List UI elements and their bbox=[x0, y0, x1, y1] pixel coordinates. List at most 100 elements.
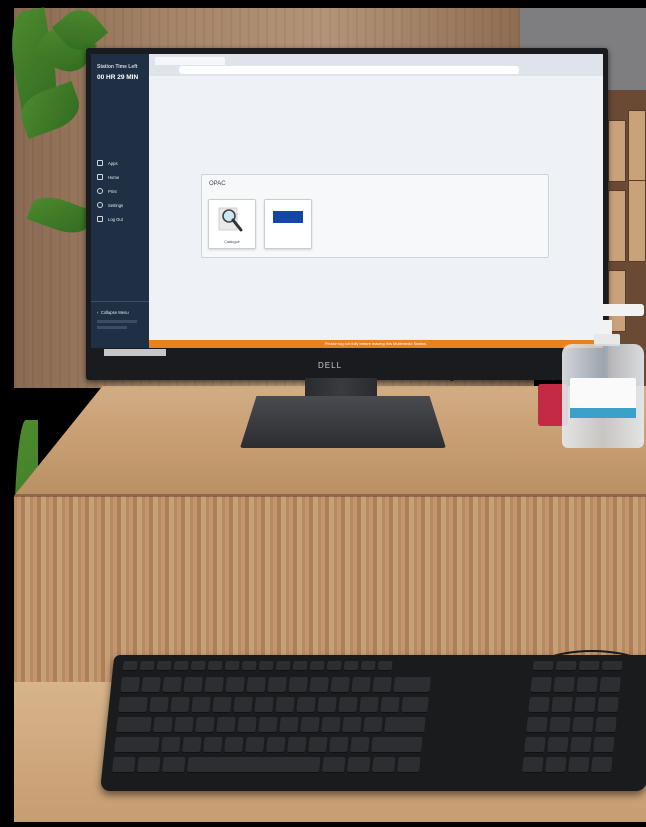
keyboard-key[interactable] bbox=[116, 717, 152, 733]
keyboard-key[interactable] bbox=[300, 717, 320, 733]
collapse-menu-button[interactable]: ‹ Collapse Menu bbox=[97, 310, 129, 315]
keyboard-key[interactable] bbox=[191, 697, 211, 713]
keyboard-key[interactable] bbox=[309, 677, 329, 693]
numpad-key[interactable] bbox=[592, 737, 615, 753]
keyboard-key[interactable] bbox=[321, 717, 341, 733]
numpad-key[interactable] bbox=[546, 737, 569, 753]
keyboard-key[interactable] bbox=[380, 697, 400, 713]
keyboard-key[interactable] bbox=[136, 757, 161, 773]
keyboard-key[interactable] bbox=[307, 737, 328, 753]
numpad-key[interactable] bbox=[576, 677, 598, 693]
keyboard-key[interactable] bbox=[244, 737, 265, 753]
keyboard-key[interactable] bbox=[258, 717, 278, 733]
numpad-key[interactable] bbox=[574, 697, 596, 713]
keyboard-key[interactable] bbox=[162, 677, 182, 693]
menu-item-home[interactable]: Home bbox=[97, 174, 119, 180]
keyboard-key[interactable] bbox=[241, 661, 257, 671]
keyboard-key[interactable] bbox=[195, 717, 215, 733]
keyboard-key[interactable] bbox=[288, 677, 308, 693]
numpad-key[interactable] bbox=[526, 717, 548, 733]
keyboard-key[interactable] bbox=[216, 717, 236, 733]
keyboard-key[interactable] bbox=[204, 677, 224, 693]
keyboard-key[interactable] bbox=[186, 757, 321, 773]
numpad-key[interactable] bbox=[544, 757, 567, 773]
keyboard-key[interactable] bbox=[246, 677, 266, 693]
numpad-key[interactable] bbox=[595, 717, 617, 733]
numpad-key[interactable] bbox=[530, 677, 552, 693]
keyboard-key[interactable] bbox=[156, 661, 172, 671]
keyboard-key[interactable] bbox=[161, 757, 186, 773]
keyboard-key[interactable] bbox=[160, 737, 181, 753]
keyboard-key[interactable] bbox=[338, 697, 358, 713]
keyboard-key[interactable] bbox=[370, 737, 423, 753]
keyboard-key[interactable] bbox=[360, 661, 376, 671]
keyboard-key[interactable] bbox=[141, 677, 161, 693]
keyboard-key[interactable] bbox=[342, 717, 362, 733]
keyboard-key[interactable] bbox=[371, 757, 396, 773]
library-app-tile[interactable] bbox=[264, 199, 312, 249]
numpad-key[interactable] bbox=[567, 757, 590, 773]
keyboard-key[interactable] bbox=[346, 757, 371, 773]
keyboard-key[interactable] bbox=[317, 697, 337, 713]
keyboard-key[interactable] bbox=[207, 661, 223, 671]
keyboard-key[interactable] bbox=[233, 697, 253, 713]
keyboard-key[interactable] bbox=[225, 677, 245, 693]
keyboard-key[interactable] bbox=[396, 757, 421, 773]
keyboard-key[interactable] bbox=[153, 717, 173, 733]
keyboard-key[interactable] bbox=[372, 677, 392, 693]
keyboard-key[interactable] bbox=[321, 757, 346, 773]
keyboard-key[interactable] bbox=[174, 717, 194, 733]
numpad-key[interactable] bbox=[549, 717, 571, 733]
keyboard-key[interactable] bbox=[401, 697, 429, 713]
numpad-key[interactable] bbox=[601, 661, 623, 671]
keyboard-key[interactable] bbox=[275, 661, 291, 671]
keyboard-key[interactable] bbox=[120, 677, 140, 693]
keyboard-key[interactable] bbox=[328, 737, 349, 753]
numpad-key[interactable] bbox=[578, 661, 600, 671]
keyboard-key[interactable] bbox=[258, 661, 274, 671]
menu-item-settings[interactable]: Settings bbox=[97, 202, 123, 208]
keyboard-key[interactable] bbox=[279, 717, 299, 733]
keyboard-key[interactable] bbox=[384, 717, 426, 733]
keyboard-key[interactable] bbox=[181, 737, 202, 753]
numpad-key[interactable] bbox=[590, 757, 613, 773]
keyboard-key[interactable] bbox=[265, 737, 286, 753]
numpad-key[interactable] bbox=[551, 697, 573, 713]
keyboard-key[interactable] bbox=[254, 697, 274, 713]
numpad-key[interactable] bbox=[521, 757, 544, 773]
browser-tab[interactable] bbox=[155, 57, 225, 65]
keyboard-key[interactable] bbox=[212, 697, 232, 713]
keyboard-key[interactable] bbox=[202, 737, 223, 753]
keyboard-key[interactable] bbox=[173, 661, 189, 671]
keyboard-key[interactable] bbox=[351, 677, 371, 693]
keyboard-key[interactable] bbox=[223, 737, 244, 753]
keyboard-key[interactable] bbox=[309, 661, 325, 671]
keyboard-key[interactable] bbox=[139, 661, 155, 671]
numpad-key[interactable] bbox=[569, 737, 592, 753]
numpad-key[interactable] bbox=[599, 677, 621, 693]
keyboard-key[interactable] bbox=[349, 737, 370, 753]
keyboard-key[interactable] bbox=[377, 661, 393, 671]
keyboard-key[interactable] bbox=[296, 697, 316, 713]
numpad-key[interactable] bbox=[572, 717, 594, 733]
menu-item-logout[interactable]: Log Out bbox=[97, 216, 123, 222]
keyboard-key[interactable] bbox=[113, 737, 160, 753]
keyboard-key[interactable] bbox=[118, 697, 148, 713]
keyboard-key[interactable] bbox=[170, 697, 190, 713]
keyboard-key[interactable] bbox=[292, 661, 308, 671]
keyboard-key[interactable] bbox=[275, 697, 295, 713]
numpad-key[interactable] bbox=[555, 661, 577, 671]
numpad-key[interactable] bbox=[528, 697, 550, 713]
numpad-key[interactable] bbox=[553, 677, 575, 693]
keyboard-key[interactable] bbox=[224, 661, 240, 671]
keyboard-key[interactable] bbox=[393, 677, 431, 693]
keyboard-key[interactable] bbox=[326, 661, 342, 671]
keyboard-key[interactable] bbox=[267, 677, 287, 693]
keyboard[interactable] bbox=[100, 655, 646, 791]
keyboard-key[interactable] bbox=[359, 697, 379, 713]
keyboard-key[interactable] bbox=[149, 697, 169, 713]
keyboard-key[interactable] bbox=[111, 757, 136, 773]
keyboard-key[interactable] bbox=[190, 661, 206, 671]
numpad-key[interactable] bbox=[532, 661, 554, 671]
keyboard-key[interactable] bbox=[122, 661, 138, 671]
